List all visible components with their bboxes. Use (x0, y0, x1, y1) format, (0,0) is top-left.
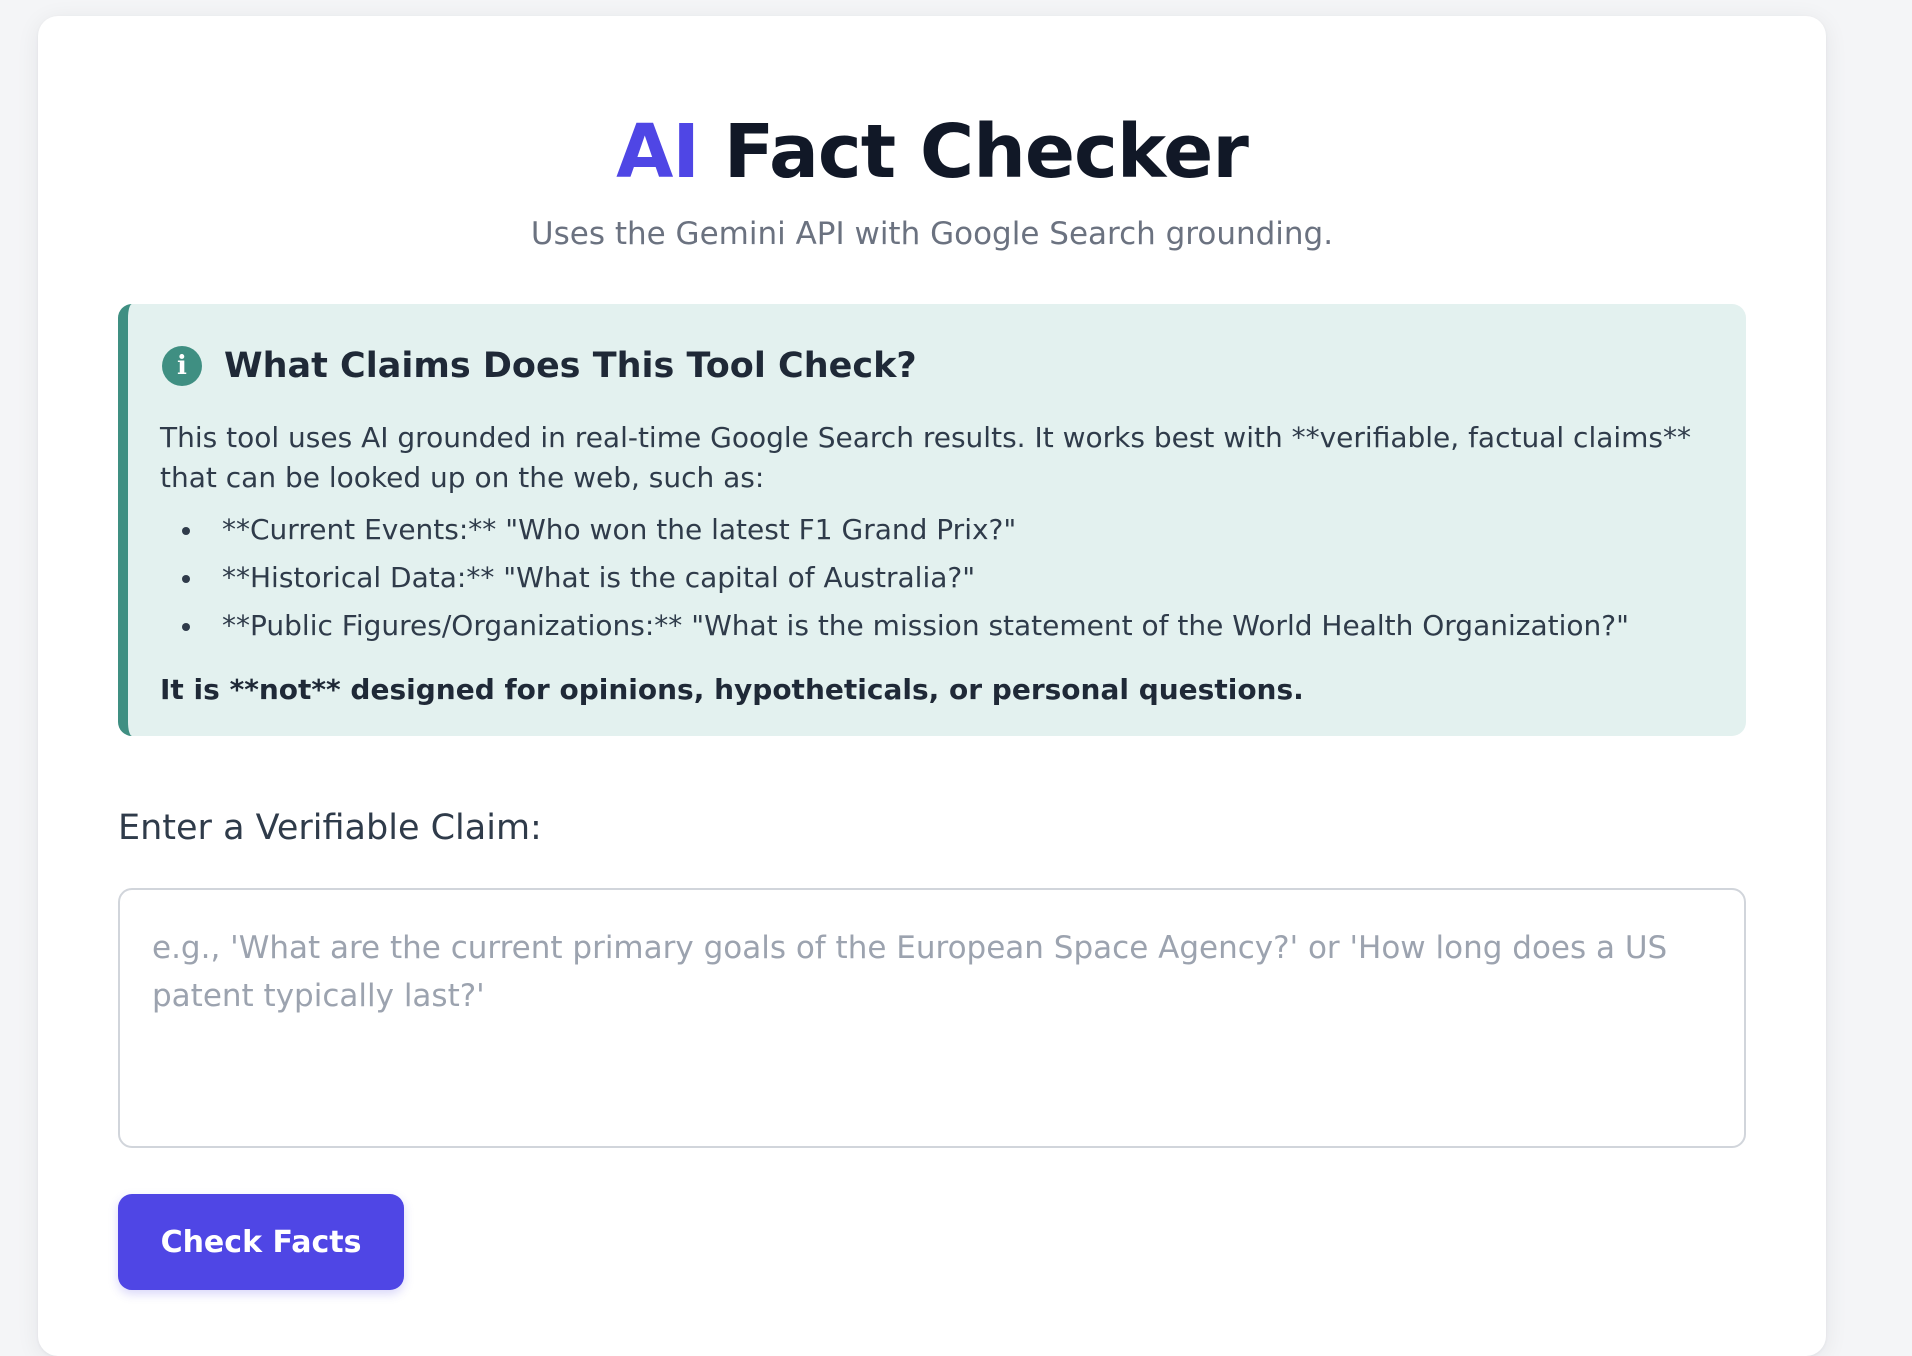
example-claims-list: **Current Events:** "Who won the latest … (180, 506, 1629, 650)
info-panel-description: This tool uses AI grounded in real-time … (160, 421, 1692, 494)
example-claim-item: **Public Figures/Organizations:** "What … (180, 602, 1629, 650)
example-claim-item: **Historical Data:** "What is the capita… (180, 554, 1629, 602)
page-title: AI Fact Checker (38, 104, 1826, 200)
info-panel-title: What Claims Does This Tool Check? (224, 346, 917, 386)
info-panel-note: It is **not** designed for opinions, hyp… (160, 673, 1304, 706)
check-facts-button[interactable]: Check Facts (118, 1194, 404, 1290)
main-card: AI Fact Checker Uses the Gemini API with… (38, 16, 1826, 1356)
page-subtitle: Uses the Gemini API with Google Search g… (530, 216, 1334, 252)
title-rest: Fact Checker (698, 109, 1249, 195)
claim-input[interactable] (118, 888, 1746, 1148)
example-claim-item: **Current Events:** "Who won the latest … (180, 506, 1629, 554)
claim-input-label: Enter a Verifiable Claim: (118, 808, 542, 848)
title-accent: AI (616, 109, 700, 195)
info-panel: i What Claims Does This Tool Check? This… (118, 304, 1746, 736)
info-icon: i (162, 346, 202, 386)
page-header: AI Fact Checker Uses the Gemini API with… (38, 104, 1826, 254)
info-panel-header: i What Claims Does This Tool Check? (162, 344, 917, 388)
